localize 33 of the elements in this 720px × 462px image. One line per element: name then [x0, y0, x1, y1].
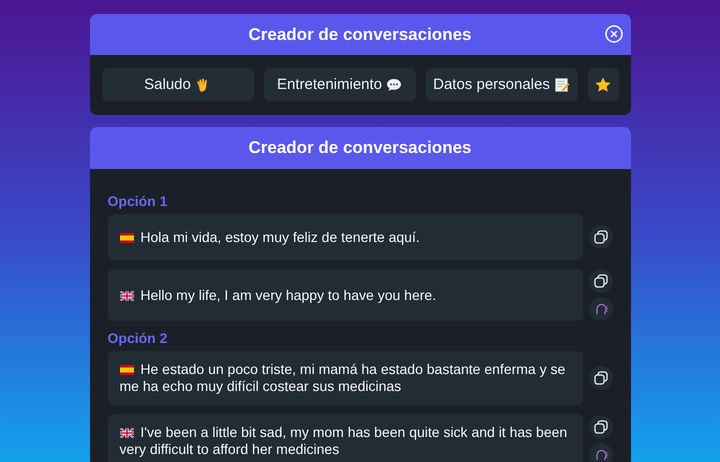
panel-title: Creador de conversaciones — [248, 24, 472, 44]
listen-button[interactable] — [588, 297, 612, 321]
star-icon — [595, 76, 611, 92]
option-heading: Opción 1 — [108, 193, 168, 209]
copy-button[interactable] — [588, 225, 612, 249]
message-text: I've been a little bit sad, my mom has been quite sick and it has been very difficult to afford her medicines — [120, 424, 568, 458]
category-button[interactable]: Entretenimiento — [264, 68, 416, 101]
option-heading: Opción 2 — [108, 330, 168, 346]
message-text: Hello my life, I am very happy to have you here. — [120, 286, 436, 304]
uk-flag-icon — [120, 428, 134, 438]
panel-title: Creador de conversaciones — [248, 138, 472, 158]
copy-icon — [594, 274, 608, 288]
category-button[interactable]: Saludo — [102, 68, 254, 101]
listen-button[interactable] — [588, 443, 612, 462]
message-text: Hola mi vida, estoy muy feliz de tenerte aquí. — [120, 228, 420, 246]
copy-button[interactable] — [588, 415, 612, 439]
copy-button[interactable] — [588, 366, 612, 390]
category-button[interactable]: Datos personales — [426, 68, 578, 101]
uk-flag-icon — [120, 290, 134, 300]
copy-button[interactable] — [588, 269, 612, 293]
message-text: He estado un poco triste, mi mamá ha estado bastante enferma y se me ha echo muy difícil costear sus medicinas — [120, 361, 566, 395]
close-icon — [604, 25, 622, 43]
spain-flag-icon — [120, 232, 134, 242]
copy-icon — [594, 230, 608, 244]
copy-icon — [594, 420, 608, 434]
speaking-head-icon — [594, 302, 608, 316]
speech-bubble-icon — [386, 76, 402, 92]
speaking-head-icon — [594, 448, 608, 462]
memo-pencil-icon — [554, 76, 570, 92]
copy-icon — [594, 371, 608, 385]
category-button[interactable] — [588, 68, 618, 101]
spain-flag-icon — [120, 365, 134, 375]
close-button[interactable] — [604, 25, 622, 43]
